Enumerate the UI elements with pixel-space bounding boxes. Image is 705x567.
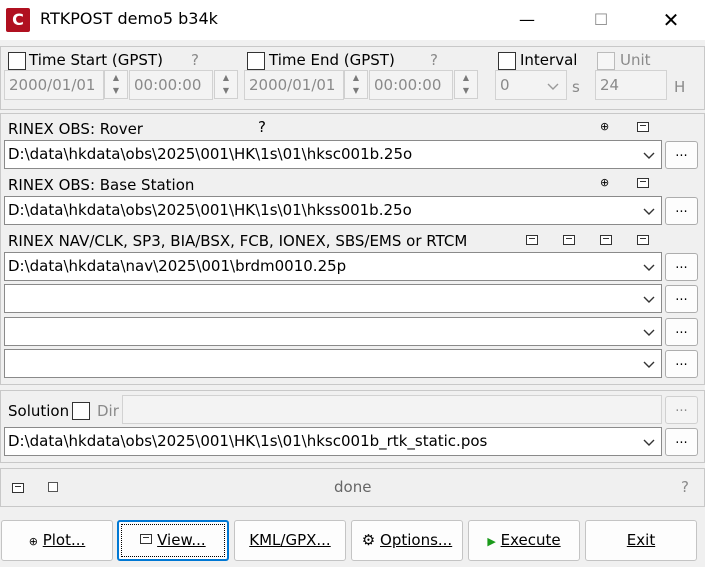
- time-start-date-spinner[interactable]: ▲ ▼: [104, 70, 128, 99]
- plot-button-label: Plot...: [42, 531, 86, 549]
- extra-3-chevron-down-icon[interactable]: [640, 355, 658, 373]
- extra-1-browse-button[interactable]: ...: [665, 285, 698, 313]
- interval-checkbox[interactable]: [498, 52, 516, 70]
- execute-button[interactable]: ▶ Execute: [468, 520, 580, 561]
- base-label: RINEX OBS: Base Station: [8, 176, 195, 194]
- gear-icon: ⚙: [361, 531, 376, 549]
- base-chevron-down-icon[interactable]: [640, 202, 658, 220]
- view-file-icon: [140, 533, 153, 544]
- time-start-checkbox[interactable]: [8, 52, 26, 70]
- kml-gpx-button[interactable]: KML/GPX...: [234, 520, 346, 561]
- view-button-label: View...: [157, 531, 206, 549]
- time-end-time-spinner[interactable]: ▲ ▼: [454, 70, 478, 99]
- status-view-log-icon[interactable]: [12, 483, 24, 493]
- time-end-date-field[interactable]: 2000/01/01: [244, 70, 344, 100]
- nav-view-file-1-icon[interactable]: [526, 235, 538, 245]
- unit-field[interactable]: 24: [595, 70, 667, 100]
- rover-path-combo[interactable]: D:\data\hkdata\obs\2025\001\HK\1s\01\hks…: [4, 140, 662, 169]
- solution-dir-field[interactable]: [122, 395, 662, 424]
- plot-button[interactable]: ⊕ Plot...: [1, 520, 113, 561]
- extra-file-2-combo[interactable]: [4, 317, 662, 346]
- kml-gpx-button-label: KML/GPX...: [249, 531, 331, 549]
- extra-file-3-combo[interactable]: [4, 349, 662, 378]
- extra-3-browse-button[interactable]: ...: [665, 350, 698, 378]
- nav-view-file-2-icon[interactable]: [563, 235, 575, 245]
- minimize-button[interactable]: —: [504, 0, 550, 40]
- options-button-label: Options...: [380, 531, 453, 549]
- interval-label: Interval: [520, 51, 578, 69]
- extra-2-chevron-down-icon[interactable]: [640, 323, 658, 341]
- solution-label: Solution: [8, 402, 70, 420]
- solution-dir-browse-button[interactable]: ...: [665, 396, 698, 424]
- time-start-date-field[interactable]: 2000/01/01: [4, 70, 104, 100]
- maximize-button[interactable]: ☐: [578, 0, 624, 40]
- rover-browse-button[interactable]: ...: [665, 141, 698, 169]
- nav-chevron-down-icon[interactable]: [640, 258, 658, 276]
- close-button[interactable]: ✕: [648, 0, 694, 40]
- base-map-globe-icon[interactable]: ⊕: [600, 176, 609, 189]
- rover-label: RINEX OBS: Rover: [8, 120, 143, 138]
- exit-button-label: Exit: [626, 531, 656, 549]
- unit-label: Unit: [620, 51, 651, 69]
- view-button[interactable]: View...: [117, 520, 229, 561]
- time-end-time-field[interactable]: 00:00:00: [369, 70, 453, 100]
- nav-view-file-4-icon[interactable]: [637, 235, 649, 245]
- nav-view-file-3-icon[interactable]: [600, 235, 612, 245]
- extra-1-chevron-down-icon[interactable]: [640, 290, 658, 308]
- status-text: done: [334, 478, 372, 496]
- time-end-label: Time End (GPST): [269, 51, 395, 69]
- extra-file-1-combo[interactable]: [4, 284, 662, 313]
- interval-unit-label: s: [572, 78, 580, 96]
- nav-browse-button[interactable]: ...: [665, 253, 698, 281]
- window-title: RTKPOST demo5 b34k: [40, 9, 218, 28]
- interval-value: 0: [500, 76, 510, 94]
- plot-globe-icon: ⊕: [28, 535, 38, 548]
- nav-label: RINEX NAV/CLK, SP3, BIA/BSX, FCB, IONEX,…: [8, 232, 468, 250]
- rover-map-globe-icon[interactable]: ⊕: [600, 120, 609, 133]
- rover-view-file-icon[interactable]: [637, 122, 649, 132]
- base-view-file-icon[interactable]: [637, 178, 649, 188]
- rover-help-icon[interactable]: ?: [258, 118, 266, 136]
- solution-browse-button[interactable]: ...: [665, 428, 698, 456]
- execute-button-label: Execute: [500, 531, 561, 549]
- play-icon: ▶: [487, 535, 496, 548]
- status-abort-icon[interactable]: [48, 482, 58, 492]
- rover-chevron-down-icon[interactable]: [640, 146, 658, 164]
- time-end-checkbox[interactable]: [247, 52, 265, 70]
- time-end-date-spinner[interactable]: ▲ ▼: [344, 70, 368, 99]
- unit-hours-label: H: [674, 78, 686, 96]
- solution-dir-label: Dir: [97, 402, 119, 420]
- time-end-help-icon[interactable]: ?: [430, 51, 438, 69]
- status-help-icon[interactable]: ?: [681, 478, 689, 496]
- solution-dir-checkbox[interactable]: [72, 402, 90, 420]
- interval-chevron-down-icon: [547, 83, 559, 90]
- app-logo-icon: C: [6, 8, 30, 32]
- solution-path-combo[interactable]: D:\data\hkdata\obs\2025\001\HK\1s\01\hks…: [4, 427, 662, 456]
- options-button[interactable]: ⚙ Options...: [351, 520, 463, 561]
- unit-checkbox[interactable]: [597, 52, 615, 70]
- base-browse-button[interactable]: ...: [665, 197, 698, 225]
- time-start-help-icon[interactable]: ?: [191, 51, 199, 69]
- time-start-label: Time Start (GPST): [29, 51, 163, 69]
- solution-chevron-down-icon[interactable]: [640, 433, 658, 451]
- time-start-time-field[interactable]: 00:00:00: [129, 70, 213, 100]
- time-start-time-spinner[interactable]: ▲ ▼: [214, 70, 238, 99]
- exit-button[interactable]: Exit: [585, 520, 697, 561]
- extra-2-browse-button[interactable]: ...: [665, 318, 698, 346]
- nav-path-combo[interactable]: D:\data\hkdata\nav\2025\001\brdm0010.25p: [4, 252, 662, 281]
- base-path-combo[interactable]: D:\data\hkdata\obs\2025\001\HK\1s\01\hks…: [4, 196, 662, 225]
